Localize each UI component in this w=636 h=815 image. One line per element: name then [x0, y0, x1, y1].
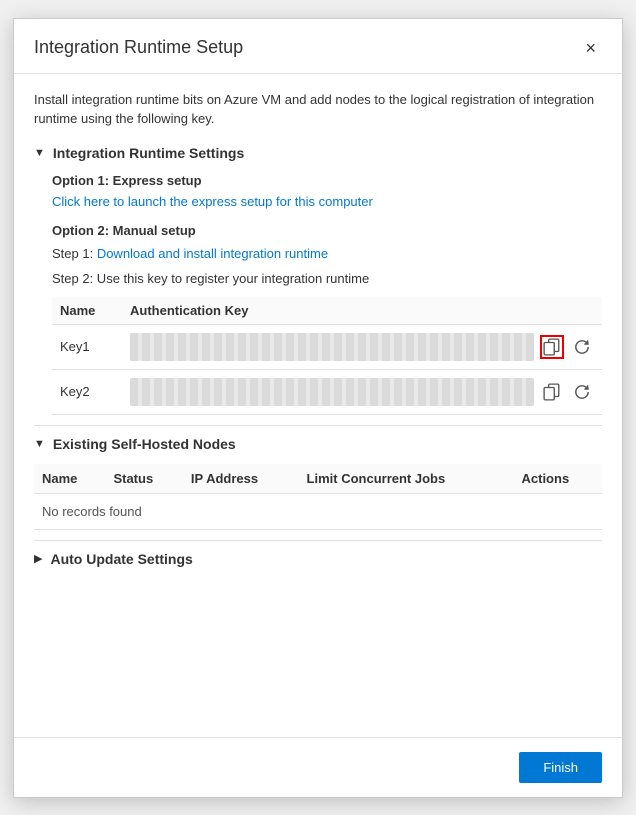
- finish-button[interactable]: Finish: [519, 752, 602, 783]
- key1-row: Key1: [52, 324, 602, 369]
- nodes-col-name: Name: [34, 464, 105, 494]
- nodes-table: Name Status IP Address Limit Concurrent …: [34, 464, 602, 530]
- express-setup-link[interactable]: Click here to launch the express setup f…: [52, 194, 373, 209]
- integration-runtime-dialog: Integration Runtime Setup × Install inte…: [13, 18, 623, 798]
- nodes-col-actions: Actions: [514, 464, 603, 494]
- dialog-body: Install integration runtime bits on Azur…: [14, 74, 622, 737]
- key2-copy-button[interactable]: [540, 380, 564, 404]
- section-integration-header: ▼ Integration Runtime Settings: [34, 145, 602, 161]
- divider-1: [34, 425, 602, 426]
- intro-text: Install integration runtime bits on Azur…: [34, 90, 602, 129]
- key2-masked-value: [130, 378, 534, 406]
- nodes-col-limit: Limit Concurrent Jobs: [299, 464, 514, 494]
- col-auth-key-header: Authentication Key: [122, 297, 602, 325]
- download-install-link[interactable]: Download and install integration runtime: [97, 246, 328, 261]
- section-auto-update-title: Auto Update Settings: [50, 551, 192, 567]
- option2-block: Option 2: Manual setup Step 1: Download …: [52, 223, 602, 289]
- option2-title: Option 2: Manual setup: [52, 223, 602, 238]
- nodes-col-status: Status: [105, 464, 182, 494]
- step2-text: Step 2: Use this key to register your in…: [52, 269, 602, 289]
- close-button[interactable]: ×: [579, 37, 602, 59]
- key1-masked-value: [130, 333, 534, 361]
- section-integration-title: Integration Runtime Settings: [53, 145, 244, 161]
- key2-name: Key2: [60, 384, 90, 399]
- divider-2: [34, 540, 602, 541]
- copy-icon: [543, 338, 561, 356]
- key1-value-cell: [130, 333, 594, 361]
- section-auto-update-header: ▶ Auto Update Settings: [34, 551, 602, 567]
- refresh-icon: [573, 338, 591, 356]
- nodes-col-ip: IP Address: [183, 464, 299, 494]
- section-integration-triangle[interactable]: ▼: [34, 147, 45, 159]
- no-records-text: No records found: [42, 504, 142, 519]
- section-nodes: ▼ Existing Self-Hosted Nodes Name Status…: [34, 436, 602, 530]
- option1-title: Option 1: Express setup: [52, 173, 602, 188]
- dialog-header: Integration Runtime Setup ×: [14, 19, 622, 74]
- refresh-icon: [573, 383, 591, 401]
- key2-refresh-button[interactable]: [570, 380, 594, 404]
- nodes-no-records-row: No records found: [34, 493, 602, 529]
- col-name-header: Name: [52, 297, 122, 325]
- key2-row: Key2: [52, 369, 602, 414]
- section-auto-update-triangle[interactable]: ▶: [34, 552, 42, 565]
- section-nodes-header: ▼ Existing Self-Hosted Nodes: [34, 436, 602, 452]
- section-nodes-title: Existing Self-Hosted Nodes: [53, 436, 236, 452]
- key1-refresh-button[interactable]: [570, 335, 594, 359]
- no-records-cell: No records found: [34, 493, 602, 529]
- copy-icon: [543, 383, 561, 401]
- step1-text: Step 1: Download and install integration…: [52, 244, 602, 264]
- section-integration-content: Option 1: Express setup Click here to la…: [34, 173, 602, 415]
- step1-label: Step 1:: [52, 246, 97, 261]
- key1-copy-button[interactable]: [540, 335, 564, 359]
- key2-value-cell: [130, 378, 594, 406]
- dialog-footer: Finish: [14, 737, 622, 797]
- section-auto-update: ▶ Auto Update Settings: [34, 551, 602, 567]
- dialog-title: Integration Runtime Setup: [34, 37, 243, 58]
- keys-table: Name Authentication Key Key1: [52, 297, 602, 415]
- key1-name: Key1: [60, 339, 90, 354]
- section-nodes-triangle[interactable]: ▼: [34, 438, 45, 450]
